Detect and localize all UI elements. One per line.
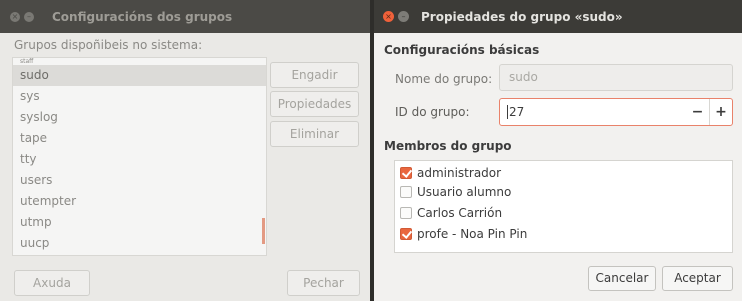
checkbox-checked-icon[interactable] — [400, 227, 412, 240]
list-item[interactable]: staff — [13, 58, 266, 65]
group-name-field: sudo — [499, 64, 733, 91]
list-item[interactable]: users — [13, 170, 266, 191]
checkbox-unchecked-icon[interactable] — [400, 206, 412, 219]
group-id-spinbox[interactable]: 27 − + — [499, 98, 733, 126]
group-id-value[interactable]: 27 — [509, 99, 524, 125]
group-name-label: Nome do grupo: — [395, 72, 493, 86]
back-window-titlebar: × – Configuracións dos grupos — [0, 0, 370, 33]
list-item[interactable]: utmp — [13, 212, 266, 233]
help-button[interactable]: Axuda — [14, 270, 90, 296]
dialog-title: Propiedades do grupo «sudo» — [421, 9, 623, 24]
list-item[interactable]: tape — [13, 128, 266, 149]
accept-button[interactable]: Aceptar — [662, 266, 733, 291]
close-button[interactable]: Pechar — [287, 270, 360, 296]
member-item[interactable]: Carlos Carrión — [400, 203, 502, 222]
groups-list[interactable]: staff sudo sys syslog tape tty users ute… — [12, 57, 267, 256]
increment-button[interactable]: + — [709, 99, 732, 125]
decrement-button[interactable]: − — [686, 99, 709, 125]
minimize-icon[interactable]: – — [24, 11, 34, 22]
member-name: Usuario alumno — [417, 184, 512, 199]
delete-group-button[interactable]: Eliminar — [270, 121, 359, 147]
list-item[interactable]: tty — [13, 149, 266, 170]
member-item[interactable]: Usuario alumno — [400, 182, 511, 201]
properties-button[interactable]: Propiedades — [270, 91, 359, 117]
member-name: administrador — [417, 165, 502, 180]
dialog-titlebar: × – Propiedades do grupo «sudo» — [374, 0, 742, 33]
member-item[interactable]: administrador — [400, 163, 501, 182]
list-item[interactable]: syslog — [13, 107, 266, 128]
close-icon[interactable]: × — [383, 11, 394, 22]
minimize-icon[interactable]: – — [398, 11, 409, 22]
groups-list-label: Grupos dispoñibeis no sistema: — [14, 38, 203, 52]
member-name: Carlos Carrión — [417, 205, 503, 220]
list-item[interactable]: uucp — [13, 233, 266, 254]
group-id-label: ID do grupo: — [395, 105, 470, 119]
group-properties-dialog: × – Propiedades do grupo «sudo» Configur… — [374, 0, 742, 301]
cancel-button[interactable]: Cancelar — [588, 266, 656, 291]
list-scrollbar[interactable] — [262, 218, 265, 244]
back-window-title: Configuracións dos grupos — [52, 9, 233, 24]
checkbox-unchecked-icon[interactable] — [400, 185, 412, 198]
text-cursor — [507, 105, 508, 119]
group-members-heading: Membros do grupo — [384, 139, 512, 153]
group-settings-window: × – Configuracións dos grupos Grupos dis… — [0, 0, 370, 301]
member-item[interactable]: profe - Noa Pin Pin — [400, 224, 527, 243]
members-list: administrador Usuario alumno Carlos Carr… — [394, 160, 733, 253]
list-item[interactable]: utempter — [13, 191, 266, 212]
list-item[interactable]: sys — [13, 86, 266, 107]
close-icon[interactable]: × — [10, 11, 20, 22]
member-name: profe - Noa Pin Pin — [417, 226, 528, 241]
basic-settings-heading: Configuracións básicas — [384, 43, 540, 57]
list-item[interactable]: sudo — [13, 65, 266, 86]
add-group-button[interactable]: Engadir — [270, 62, 359, 88]
checkbox-checked-icon[interactable] — [400, 166, 412, 179]
